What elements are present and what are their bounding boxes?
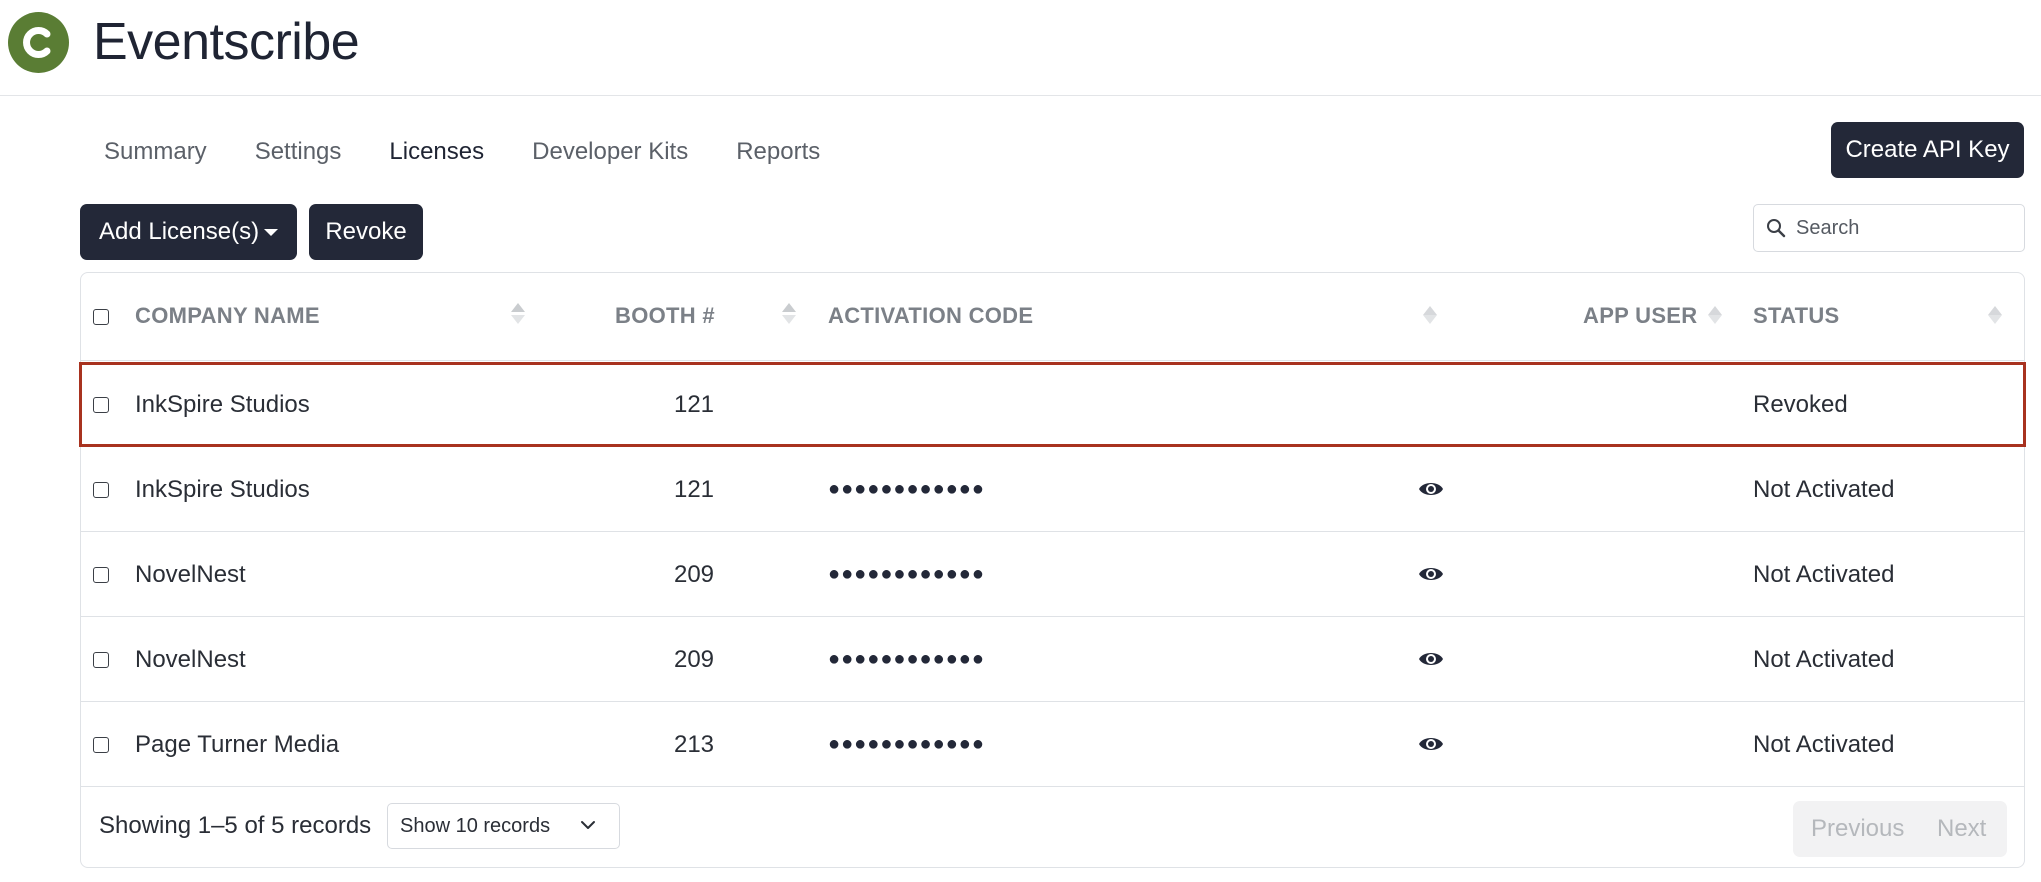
row-checkbox[interactable]	[93, 397, 109, 413]
column-activation-code[interactable]: ACTIVATION CODE	[828, 303, 1033, 329]
activation-code: ●●●●●●●●●●●●	[828, 648, 985, 670]
tab-settings[interactable]: Settings	[231, 130, 366, 174]
status-text: Not Activated	[1753, 561, 1895, 588]
company-name: InkSpire Studios	[135, 391, 310, 418]
company-name: Page Turner Media	[135, 731, 340, 758]
records-per-page-value: Show 10 records	[400, 815, 551, 837]
row-checkbox[interactable]	[93, 737, 109, 753]
table-row[interactable]: NovelNest 209 ●●●●●●●●●●●● Not Activated	[81, 617, 2024, 702]
eye-icon[interactable]	[1418, 479, 1444, 499]
booth-number: 121	[673, 391, 715, 418]
company-name: NovelNest	[135, 646, 246, 673]
tab-developer-kits[interactable]: Developer Kits	[508, 130, 712, 174]
sort-down-icon[interactable]	[511, 315, 525, 324]
row-checkbox[interactable]	[93, 567, 109, 583]
next-page-button[interactable]: Next	[1937, 801, 1986, 857]
activation-code: ●●●●●●●●●●●●	[828, 563, 985, 585]
row-checkbox[interactable]	[93, 652, 109, 668]
table-header: COMPANY NAME BOOTH # ACTIVATION CODE APP…	[81, 273, 2024, 361]
table-row[interactable]: Page Turner Media 213 ●●●●●●●●●●●● Not A…	[81, 702, 2024, 787]
sort-up-icon[interactable]	[1708, 306, 1722, 315]
table-row[interactable]: InkSpire Studios 121 Revoked	[79, 362, 2026, 447]
search-icon	[1767, 219, 1786, 238]
sort-down-icon[interactable]	[1423, 315, 1437, 324]
table-row[interactable]: InkSpire Studios 121 ●●●●●●●●●●●● Not Ac…	[81, 447, 2024, 532]
column-app-user[interactable]: APP USER	[1583, 303, 1697, 329]
status-text: Revoked	[1753, 391, 1848, 418]
sort-up-icon[interactable]	[782, 303, 796, 312]
tab-licenses[interactable]: Licenses	[365, 130, 508, 174]
tab-reports[interactable]: Reports	[712, 130, 844, 174]
sort-down-icon[interactable]	[782, 315, 796, 324]
column-company-name[interactable]: COMPANY NAME	[135, 303, 320, 329]
top-bar: Eventscribe	[0, 0, 2041, 96]
search-box	[1753, 204, 2025, 252]
select-all-checkbox[interactable]	[93, 309, 109, 325]
eye-icon[interactable]	[1418, 649, 1444, 669]
sort-up-icon[interactable]	[511, 303, 525, 312]
company-name: InkSpire Studios	[135, 476, 310, 503]
eye-icon[interactable]	[1418, 564, 1444, 584]
tab-summary[interactable]: Summary	[80, 130, 231, 174]
chevron-down-icon	[581, 821, 595, 829]
records-count: Showing 1–5 of 5 records	[99, 812, 372, 839]
caret-down-icon	[264, 229, 278, 236]
column-status[interactable]: STATUS	[1753, 303, 1840, 329]
company-name: NovelNest	[135, 561, 246, 588]
app-name: Eventscribe	[93, 13, 360, 71]
logo-c-icon	[23, 27, 51, 58]
revoke-button[interactable]: Revoke	[309, 204, 423, 260]
app-logo[interactable]	[8, 12, 69, 73]
column-booth[interactable]: BOOTH #	[615, 303, 715, 329]
activation-code: ●●●●●●●●●●●●	[828, 478, 985, 500]
row-checkbox[interactable]	[93, 482, 109, 498]
add-licenses-button[interactable]: Add License(s)	[80, 204, 297, 260]
previous-page-button[interactable]: Previous	[1811, 801, 1904, 857]
status-text: Not Activated	[1753, 731, 1895, 758]
table-row[interactable]: NovelNest 209 ●●●●●●●●●●●● Not Activated	[81, 532, 2024, 617]
status-text: Not Activated	[1753, 646, 1895, 673]
eye-icon[interactable]	[1418, 734, 1444, 754]
table-footer: Showing 1–5 of 5 records Show 10 records…	[81, 785, 2024, 867]
add-licenses-label: Add License(s)	[99, 218, 260, 245]
sort-down-icon[interactable]	[1988, 315, 2002, 324]
booth-number: 121	[673, 476, 715, 503]
sort-down-icon[interactable]	[1708, 315, 1722, 324]
activation-code: ●●●●●●●●●●●●	[828, 733, 985, 755]
booth-number: 209	[673, 646, 715, 673]
licenses-table: COMPANY NAME BOOTH # ACTIVATION CODE APP…	[79, 272, 2026, 868]
pagination: Previous Next	[1793, 801, 2007, 857]
sort-up-icon[interactable]	[1988, 306, 2002, 315]
booth-number: 209	[673, 561, 715, 588]
nav-tabs: Summary Settings Licenses Developer Kits…	[80, 130, 844, 174]
status-text: Not Activated	[1753, 476, 1895, 503]
booth-number: 213	[673, 731, 715, 758]
sort-up-icon[interactable]	[1423, 306, 1437, 315]
create-api-key-button[interactable]: Create API Key	[1831, 122, 2024, 178]
search-input[interactable]	[1796, 213, 2016, 243]
records-per-page-select[interactable]: Show 10 records	[387, 803, 620, 849]
